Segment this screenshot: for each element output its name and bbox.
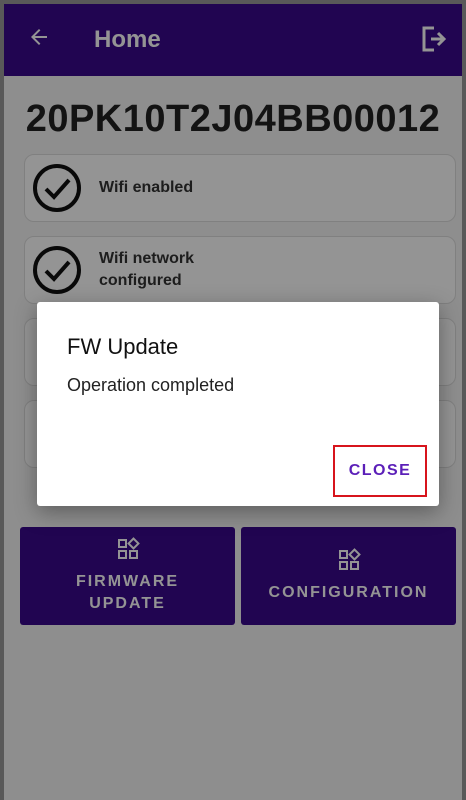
close-button[interactable]: CLOSE bbox=[333, 445, 427, 497]
fw-update-dialog: FW Update Operation completed CLOSE bbox=[37, 302, 439, 506]
dialog-title: FW Update bbox=[67, 334, 179, 359]
dialog-message: Operation completed bbox=[67, 375, 235, 395]
